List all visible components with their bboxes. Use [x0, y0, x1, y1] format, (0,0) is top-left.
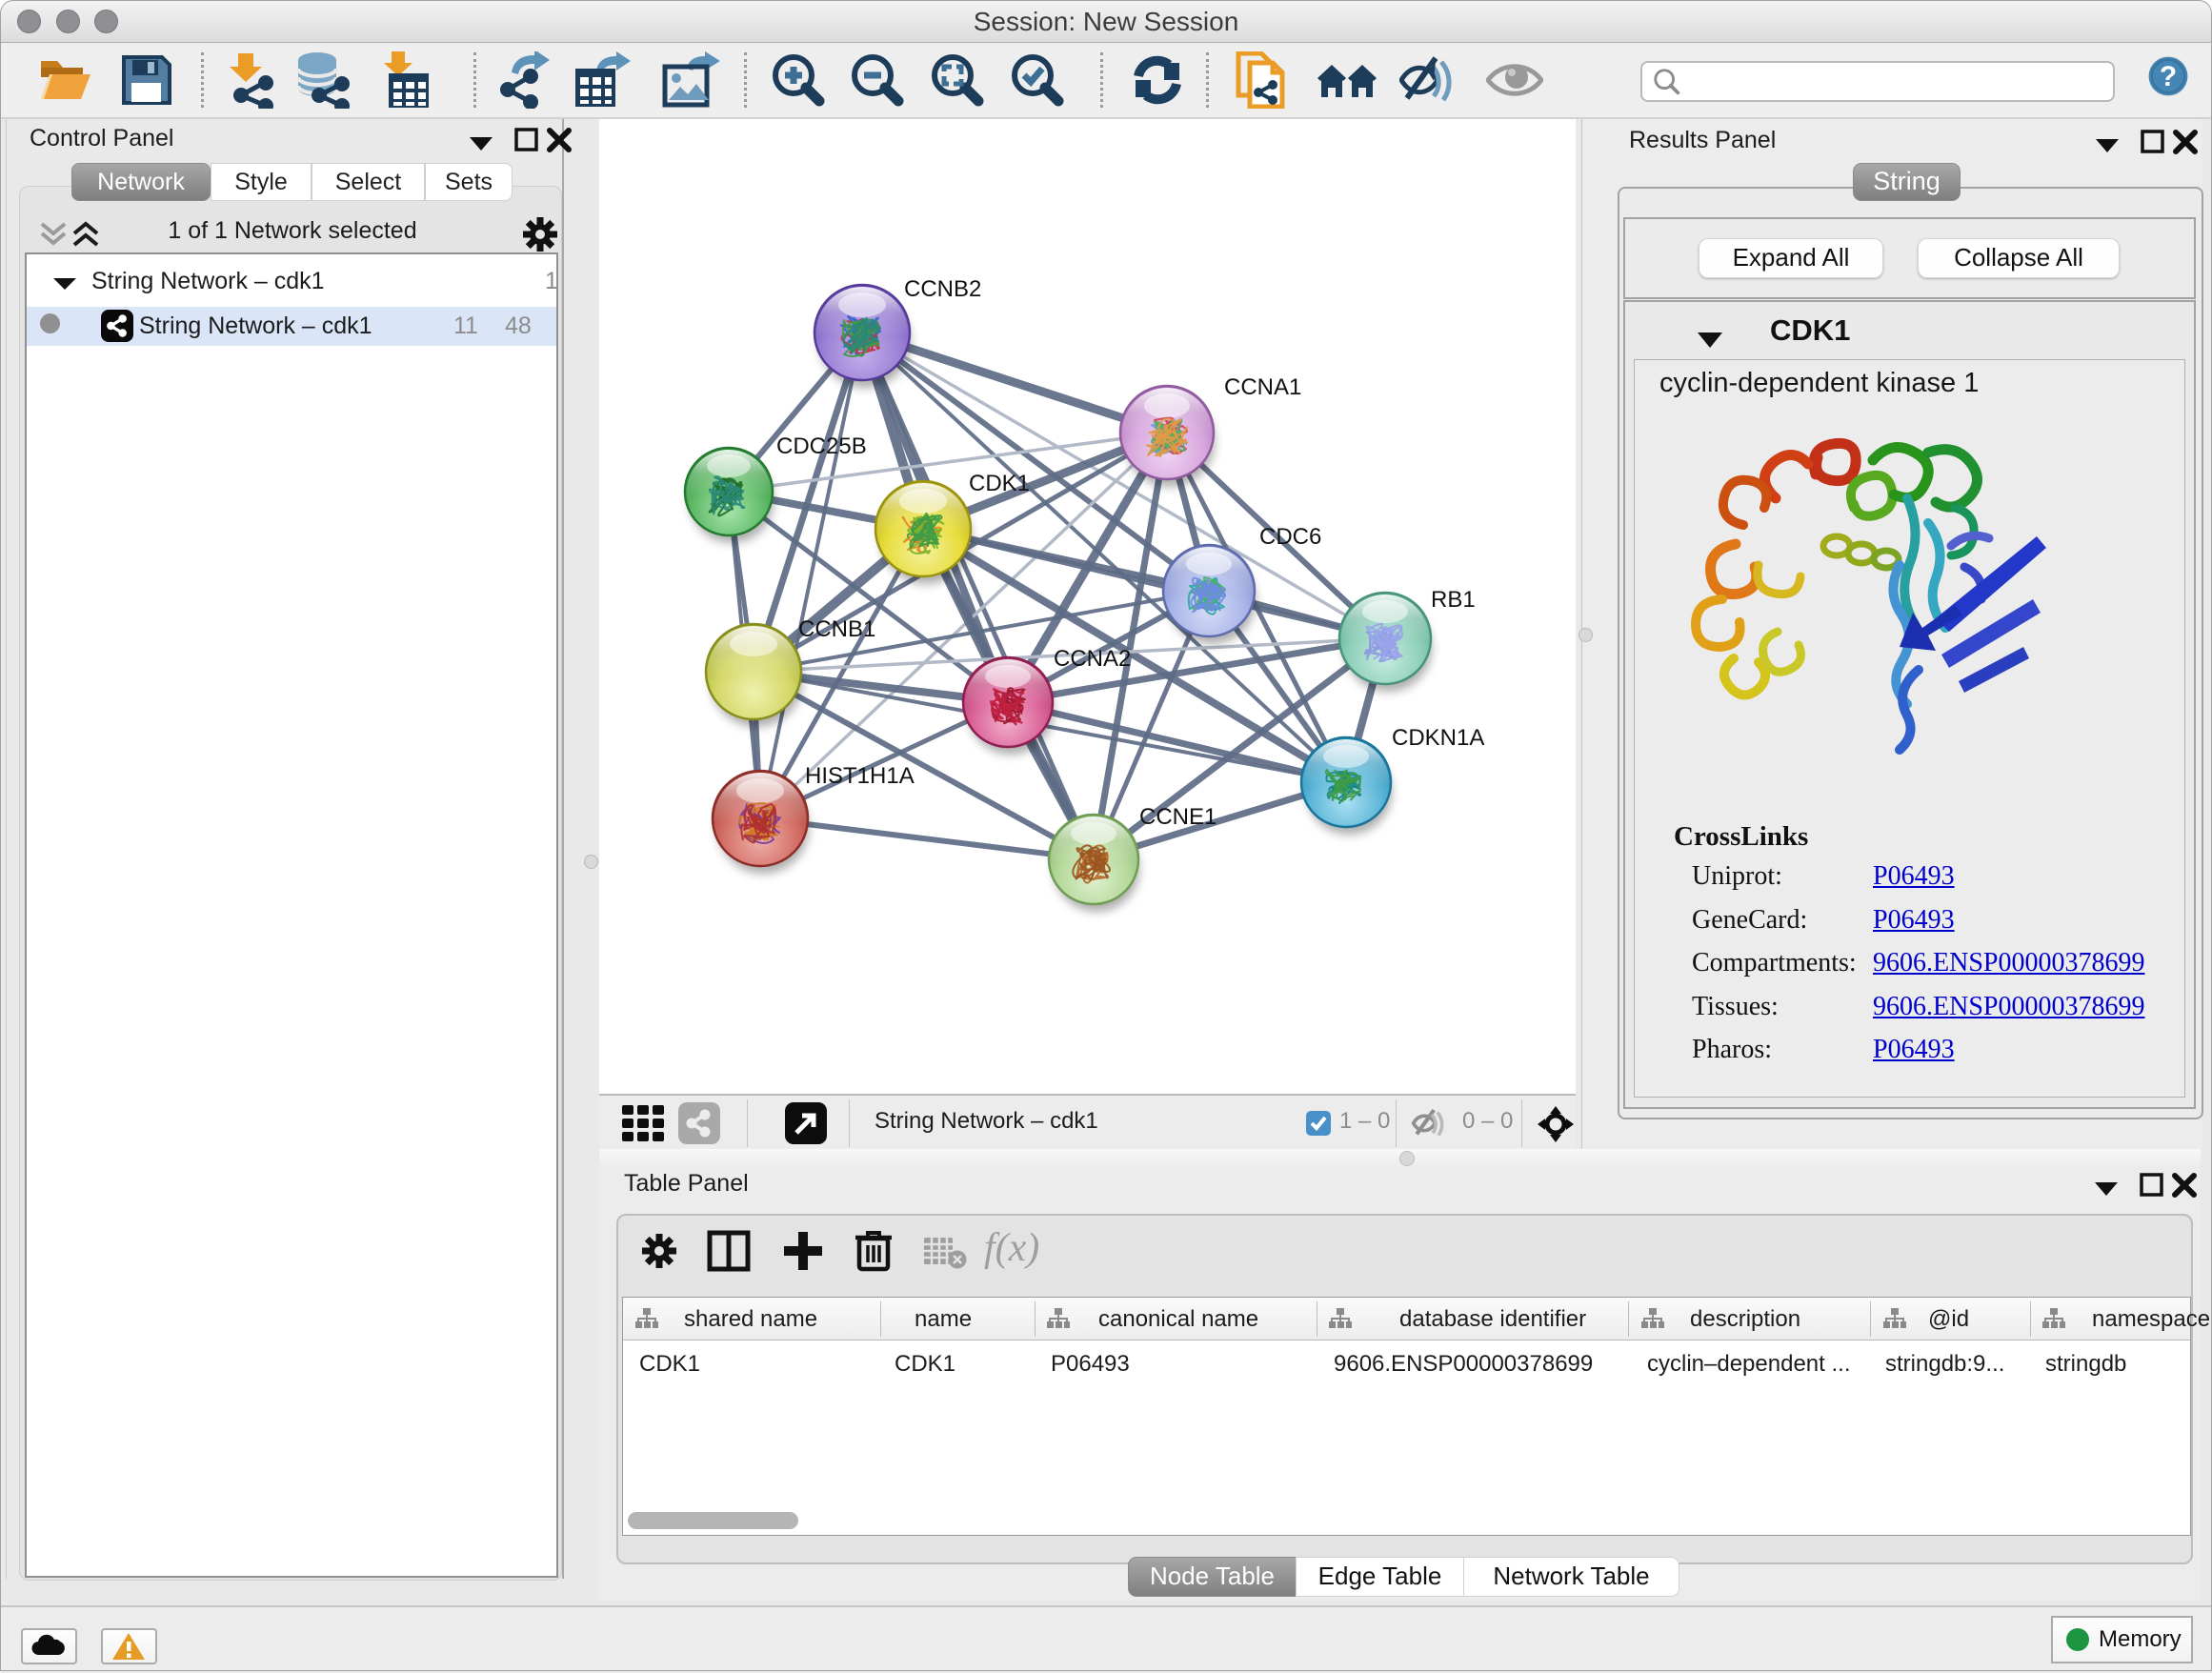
svg-text:RB1: RB1	[1431, 587, 1476, 613]
svg-text:CDC25B: CDC25B	[776, 433, 867, 459]
svg-text:HIST1H1A: HIST1H1A	[805, 763, 915, 789]
svg-text:CCNE1: CCNE1	[1139, 804, 1217, 830]
svg-text:CDK1: CDK1	[969, 471, 1030, 496]
svg-text:CDC6: CDC6	[1259, 524, 1321, 550]
svg-text:?: ?	[2160, 61, 2177, 92]
svg-text:CCNA2: CCNA2	[1054, 646, 1131, 672]
svg-text:CCNB2: CCNB2	[904, 276, 981, 302]
svg-text:CCNA1: CCNA1	[1224, 374, 1301, 400]
svg-text:CDKN1A: CDKN1A	[1392, 725, 1484, 751]
svg-text:CCNB1: CCNB1	[798, 616, 875, 642]
